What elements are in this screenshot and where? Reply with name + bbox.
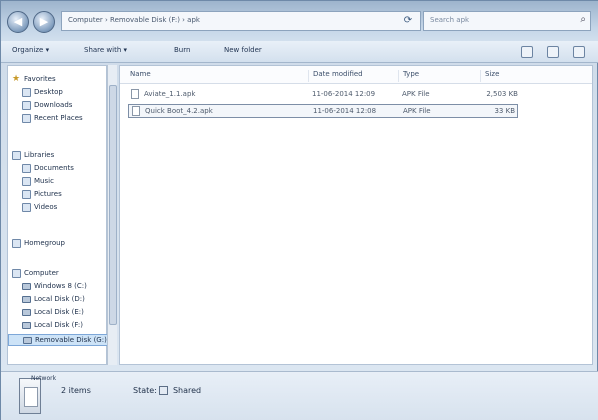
item-count: 2 items xyxy=(61,386,91,395)
file-row[interactable]: Quick Boot_4.2.apk 11-06-2014 12:08 APK … xyxy=(128,104,518,118)
file-date: 11-06-2014 12:08 xyxy=(313,107,377,115)
nav-label: Downloads xyxy=(34,101,73,109)
file-date: 11-06-2014 12:09 xyxy=(312,90,376,98)
refresh-button[interactable]: ⟳ xyxy=(397,12,419,30)
nav-label: Favorites xyxy=(24,75,56,83)
nav-drive-c[interactable]: Windows 8 (C:) xyxy=(8,281,108,293)
address-bar[interactable]: Computer › Removable Disk (F:) › apk xyxy=(61,11,421,31)
nav-label: Desktop xyxy=(34,88,63,96)
videos-icon xyxy=(22,203,31,212)
help-icon[interactable] xyxy=(573,46,585,58)
computer-icon xyxy=(12,269,21,278)
scrollbar-thumb[interactable] xyxy=(109,85,117,325)
column-size[interactable]: Size xyxy=(480,70,550,82)
burn-button[interactable]: Burn xyxy=(171,46,193,59)
nav-scrollbar[interactable] xyxy=(107,65,117,365)
nav-label: Local Disk (D:) xyxy=(34,295,85,303)
forward-arrow-icon: ▶ xyxy=(39,15,49,28)
nav-drive-g[interactable]: Removable Disk (G:) xyxy=(8,334,108,346)
preview-pane-icon[interactable] xyxy=(547,46,559,58)
file-type: APK File xyxy=(403,107,431,115)
file-row[interactable]: Aviate_1.1.apk 11-06-2014 12:09 APK File… xyxy=(128,88,518,102)
drive-icon xyxy=(22,322,31,329)
drive-icon xyxy=(22,309,31,316)
address-path: Computer › Removable Disk (F:) › apk xyxy=(68,16,200,24)
file-type: APK File xyxy=(402,90,430,98)
nav-label: Libraries xyxy=(24,151,55,159)
file-icon xyxy=(132,106,140,116)
nav-homegroup[interactable]: Homegroup xyxy=(8,238,108,250)
libraries-icon xyxy=(12,151,21,160)
nav-favorites[interactable]: ★ Favorites xyxy=(8,74,108,86)
nav-label: Removable Disk (G:) xyxy=(35,336,107,344)
file-icon xyxy=(131,89,139,99)
explorer-window: ◀ ▶ Computer › Removable Disk (F:) › apk… xyxy=(0,0,598,420)
forward-button[interactable]: ▶ xyxy=(33,11,55,33)
nav-label: Computer xyxy=(24,269,59,277)
search-icon: ⌕ xyxy=(580,14,586,25)
column-name[interactable]: Name xyxy=(126,70,306,82)
file-name: Aviate_1.1.apk xyxy=(144,90,196,98)
homegroup-icon xyxy=(12,239,21,248)
nav-label: Windows 8 (C:) xyxy=(34,282,87,290)
navigation-pane: ★ Favorites Desktop Downloads Recent Pla… xyxy=(7,65,108,365)
nav-label: Pictures xyxy=(34,190,62,198)
file-size: 33 KB xyxy=(494,107,515,115)
nav-desktop[interactable]: Desktop xyxy=(8,87,108,99)
nav-network[interactable]: Network xyxy=(31,375,56,382)
state-value: Shared xyxy=(172,386,202,395)
documents-icon xyxy=(22,164,31,173)
nav-label: Documents xyxy=(34,164,74,172)
nav-documents[interactable]: Documents xyxy=(8,163,108,175)
nav-drive-f[interactable]: Local Disk (F:) xyxy=(8,320,108,332)
nav-label: Music xyxy=(34,177,54,185)
details-pane: 2 items State: Shared xyxy=(1,371,598,420)
file-list-pane: Name Date modified Type Size Aviate_1.1.… xyxy=(119,65,593,365)
folder-preview-icon xyxy=(19,378,41,414)
share-with-button[interactable]: Share with ▾ xyxy=(81,46,130,59)
nav-label: Homegroup xyxy=(24,239,66,247)
nav-computer[interactable]: Computer xyxy=(8,268,108,280)
nav-drive-e[interactable]: Local Disk (E:) xyxy=(8,307,108,319)
share-state-icon xyxy=(159,386,169,395)
nav-label: Recent Places xyxy=(34,114,83,122)
star-icon: ★ xyxy=(12,74,21,84)
drive-icon xyxy=(22,283,31,290)
refresh-icon: ⟳ xyxy=(403,15,413,26)
nav-videos[interactable]: Videos xyxy=(8,202,108,214)
nav-label: Local Disk (F:) xyxy=(34,321,83,329)
file-size: 2,503 KB xyxy=(486,90,518,98)
column-type[interactable]: Type xyxy=(398,70,478,82)
nav-label: Videos xyxy=(34,203,58,211)
organize-button[interactable]: Organize ▾ xyxy=(9,46,52,59)
recent-places-icon xyxy=(22,114,31,123)
command-bar: Organize ▾ Share with ▾ Burn New folder xyxy=(1,41,598,63)
new-folder-button[interactable]: New folder xyxy=(221,46,265,59)
back-button[interactable]: ◀ xyxy=(7,11,29,33)
back-arrow-icon: ◀ xyxy=(13,15,23,28)
state-label: State: xyxy=(133,386,157,395)
drive-icon xyxy=(23,337,32,344)
share-state: State: Shared xyxy=(133,386,201,395)
desktop-icon xyxy=(22,88,31,97)
nav-pictures[interactable]: Pictures xyxy=(8,189,108,201)
pictures-icon xyxy=(22,190,31,199)
nav-label: Local Disk (E:) xyxy=(34,308,84,316)
nav-libraries[interactable]: Libraries xyxy=(8,150,108,162)
column-headers: Name Date modified Type Size xyxy=(120,66,592,84)
nav-downloads[interactable]: Downloads xyxy=(8,100,108,112)
downloads-icon xyxy=(22,101,31,110)
view-options-icon[interactable] xyxy=(521,46,533,58)
nav-drive-d[interactable]: Local Disk (D:) xyxy=(8,294,108,306)
drive-icon xyxy=(22,296,31,303)
music-icon xyxy=(22,177,31,186)
column-date-modified[interactable]: Date modified xyxy=(308,70,396,82)
nav-music[interactable]: Music xyxy=(8,176,108,188)
search-input[interactable]: Search apk ⌕ xyxy=(423,11,591,31)
search-placeholder: Search apk xyxy=(430,16,470,24)
file-name: Quick Boot_4.2.apk xyxy=(145,107,213,115)
nav-recent-places[interactable]: Recent Places xyxy=(8,113,108,125)
